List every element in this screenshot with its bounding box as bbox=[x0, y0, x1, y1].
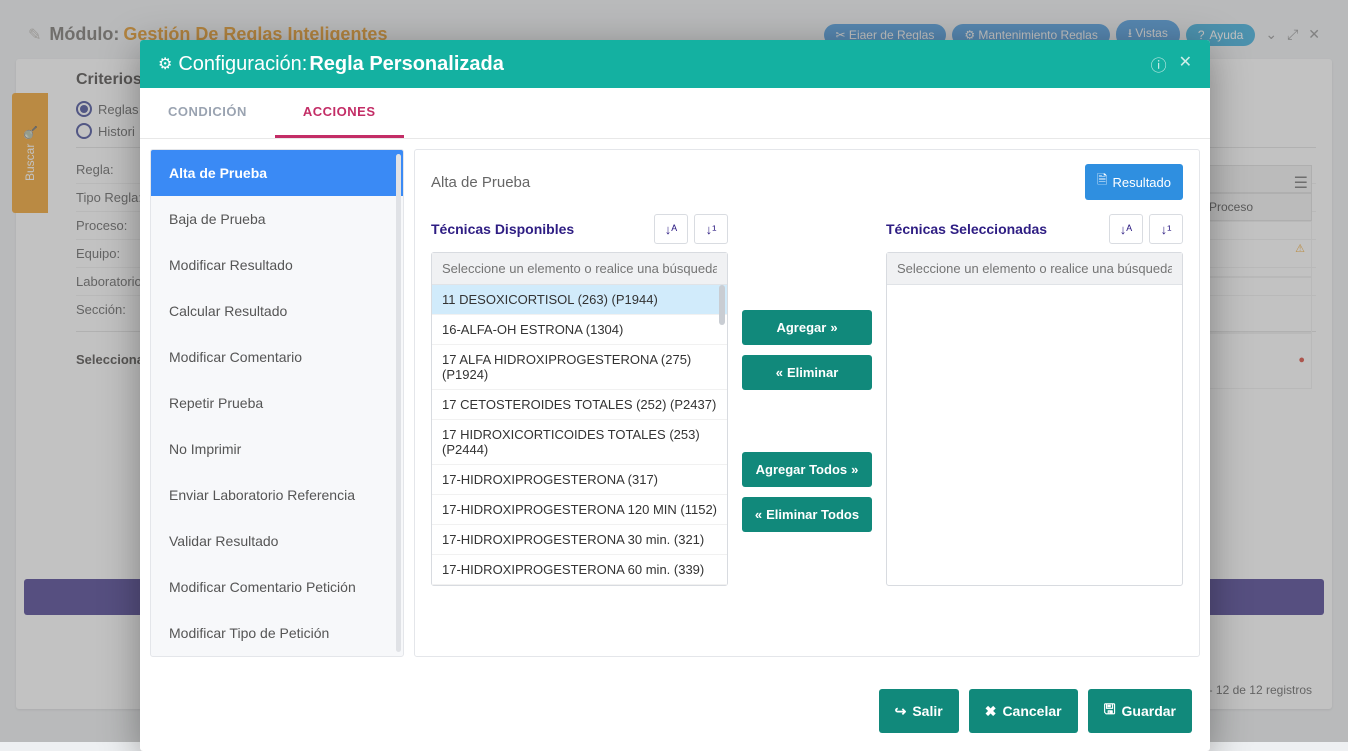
list-item[interactable]: 17-HIDROXIPROGESTERONA 60 min. (339) bbox=[432, 555, 727, 585]
chevron-left-icon: « bbox=[776, 365, 783, 380]
agregar-todos-button[interactable]: Agregar Todos» bbox=[742, 452, 872, 487]
salir-label: Salir bbox=[912, 703, 942, 719]
list-item[interactable]: 17-HIDROXIPROGESTERONA (317) bbox=[432, 465, 727, 495]
sidebar-item-modificar-comentario[interactable]: Modificar Comentario bbox=[151, 334, 403, 380]
available-listbox: 11 DESOXICORTISOL (263) (P1944) 16-ALFA-… bbox=[431, 252, 728, 586]
sidebar-item-calcular-resultado[interactable]: Calcular Resultado bbox=[151, 288, 403, 334]
modal-header: ⚙ Configuración: Regla Personalizada ⓘ ✕ bbox=[140, 40, 1210, 88]
gear-icon: ⚙ bbox=[158, 54, 172, 74]
agregar-button[interactable]: Agregar » bbox=[742, 310, 872, 345]
listbox-scrollbar[interactable] bbox=[719, 285, 725, 325]
list-item[interactable]: 11 DESOXICORTISOL (263) (P1944) bbox=[432, 285, 727, 315]
resultado-label: Resultado bbox=[1112, 175, 1171, 190]
eliminar-label: Eliminar bbox=[787, 365, 838, 380]
exit-icon: ↪ bbox=[895, 703, 907, 720]
selected-search-input[interactable] bbox=[887, 253, 1182, 285]
modal-title-prefix: Configuración: bbox=[178, 53, 307, 76]
config-modal: ⚙ Configuración: Regla Personalizada ⓘ ✕… bbox=[140, 40, 1210, 751]
sidebar-item-alta-prueba[interactable]: Alta de Prueba bbox=[151, 150, 403, 196]
agregar-todos-label: Agregar Todos bbox=[756, 462, 848, 477]
cancelar-label: Cancelar bbox=[1002, 703, 1061, 719]
available-column: Técnicas Disponibles ↓ᴬ ↓¹ 11 DESOXICORT… bbox=[431, 214, 728, 586]
cancel-icon: ✖ bbox=[985, 703, 997, 720]
document-icon: 🗎 bbox=[1097, 171, 1107, 193]
list-item[interactable]: 17-HIDROXIPROGESTERONA 120 MIN (1152) bbox=[432, 495, 727, 525]
sort-az-button[interactable]: ↓ᴬ bbox=[1109, 214, 1143, 244]
selected-label: Técnicas Seleccionadas bbox=[886, 221, 1047, 237]
eliminar-todos-label: Eliminar Todos bbox=[766, 507, 859, 522]
resultado-button[interactable]: 🗎 Resultado bbox=[1085, 164, 1183, 200]
sidebar-item-baja-prueba[interactable]: Baja de Prueba bbox=[151, 196, 403, 242]
eliminar-todos-button[interactable]: « Eliminar Todos bbox=[742, 497, 872, 532]
list-item[interactable]: 17 ALFA HIDROXIPROGESTERONA (275) (P1924… bbox=[432, 345, 727, 390]
save-icon: 🖫 bbox=[1104, 699, 1116, 723]
salir-button[interactable]: ↪ Salir bbox=[879, 689, 959, 733]
tab-acciones[interactable]: ACCIONES bbox=[275, 88, 404, 138]
modal-body: Alta de Prueba Baja de Prueba Modificar … bbox=[140, 139, 1210, 675]
sidebar-item-repetir-prueba[interactable]: Repetir Prueba bbox=[151, 380, 403, 426]
selected-column: Técnicas Seleccionadas ↓ᴬ ↓¹ bbox=[886, 214, 1183, 586]
sidebar-item-modificar-resultado[interactable]: Modificar Resultado bbox=[151, 242, 403, 288]
actions-list: Alta de Prueba Baja de Prueba Modificar … bbox=[150, 149, 404, 657]
selected-listbox bbox=[886, 252, 1183, 586]
list-item[interactable]: 16-ALFA-OH ESTRONA (1304) bbox=[432, 315, 727, 345]
sidebar-scrollbar[interactable] bbox=[396, 154, 401, 652]
available-label: Técnicas Disponibles bbox=[431, 221, 574, 237]
list-item[interactable]: 17 CETOSTEROIDES TOTALES (252) (P2437) bbox=[432, 390, 727, 420]
guardar-label: Guardar bbox=[1122, 703, 1176, 719]
action-content: Alta de Prueba 🗎 Resultado Técnicas Disp… bbox=[414, 149, 1200, 657]
list-item[interactable]: 17 HIDROXICORTICOIDES TOTALES (253) (P24… bbox=[432, 420, 727, 465]
sidebar-item-no-imprimir[interactable]: No Imprimir bbox=[151, 426, 403, 472]
sort-19-button[interactable]: ↓¹ bbox=[694, 214, 728, 244]
transfer-buttons: Agregar» «Eliminar Agregar Todos» «Elimi… bbox=[742, 214, 872, 586]
modal-title: Regla Personalizada bbox=[309, 53, 504, 76]
modal-footer: ↪ Salir ✖ Cancelar 🖫 Guardar bbox=[140, 675, 1210, 751]
sidebar-item-enviar-lab[interactable]: Enviar Laboratorio Referencia bbox=[151, 472, 403, 518]
sort-19-button[interactable]: ↓¹ bbox=[1149, 214, 1183, 244]
guardar-button[interactable]: 🖫 Guardar bbox=[1088, 689, 1192, 733]
content-title: Alta de Prueba bbox=[431, 174, 530, 191]
eliminar-button[interactable]: « Eliminar bbox=[742, 355, 872, 390]
list-item[interactable]: 17-HIDROXIPROGESTERONA 30 min. (321) bbox=[432, 525, 727, 555]
chevron-right-icon: » bbox=[830, 320, 837, 335]
chevron-left-icon: « bbox=[755, 507, 762, 522]
close-icon[interactable]: ✕ bbox=[1179, 52, 1192, 76]
info-icon[interactable]: ⓘ bbox=[1151, 52, 1167, 76]
sidebar-item-modificar-tipo-peticion[interactable]: Modificar Tipo de Petición bbox=[151, 610, 403, 656]
sidebar-item-validar-resultado[interactable]: Validar Resultado bbox=[151, 518, 403, 564]
available-search-input[interactable] bbox=[432, 253, 727, 285]
sidebar-item-modificar-comentario-peticion[interactable]: Modificar Comentario Petición bbox=[151, 564, 403, 610]
tab-condicion[interactable]: CONDICIÓN bbox=[140, 88, 275, 138]
modal-tabs: CONDICIÓN ACCIONES bbox=[140, 88, 1210, 139]
agregar-label: Agregar bbox=[776, 320, 826, 335]
sort-az-button[interactable]: ↓ᴬ bbox=[654, 214, 688, 244]
chevron-right-icon: » bbox=[851, 462, 858, 477]
cancelar-button[interactable]: ✖ Cancelar bbox=[969, 689, 1078, 733]
